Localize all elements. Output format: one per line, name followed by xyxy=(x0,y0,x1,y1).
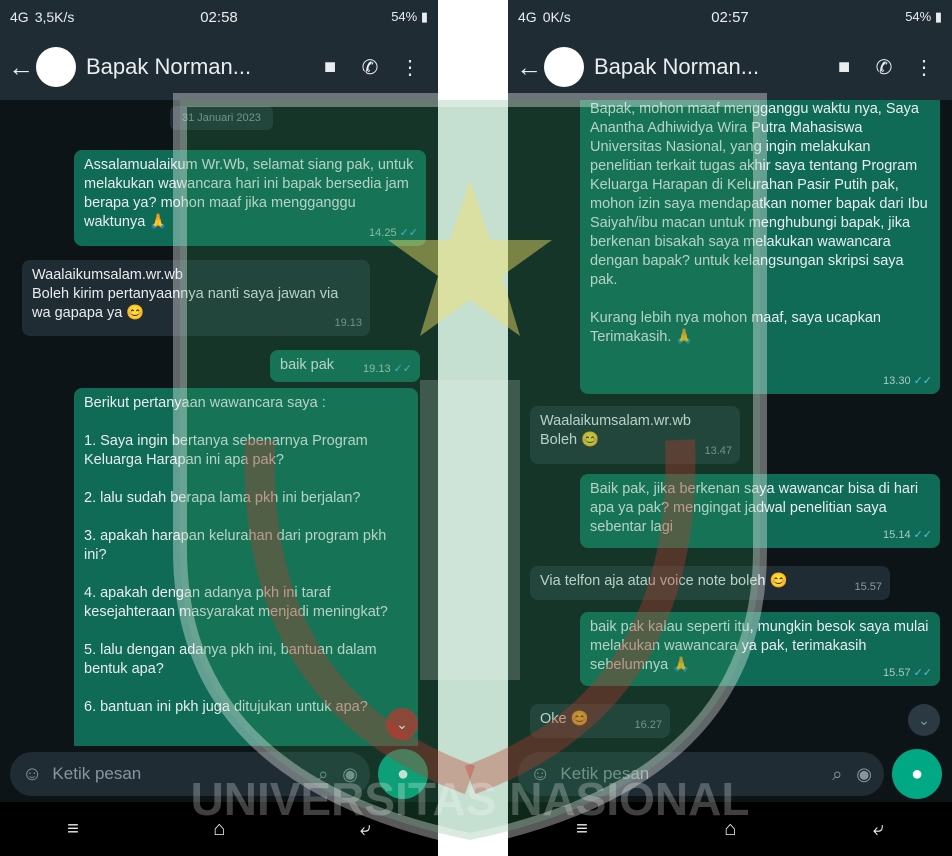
message-text: baik pak kalau seperti itu, mungkin beso… xyxy=(590,619,933,673)
message-time: 15.57 xyxy=(854,581,882,593)
contact-name[interactable]: Bapak Norman... xyxy=(594,54,824,80)
more-options-icon[interactable]: ⋮ xyxy=(904,55,944,80)
message-bubble-incoming[interactable]: Via telfon aja atau voice note boleh 😊 1… xyxy=(530,566,890,600)
mic-button[interactable]: ● xyxy=(892,749,942,799)
message-bubble-incoming[interactable]: Waalaikumsalam.wr.wb Boleh kirim pertany… xyxy=(22,260,370,336)
phone-call-icon[interactable]: ✆ xyxy=(350,55,390,80)
composer: ☺ Ketik pesan ⌕ ◉ ● xyxy=(0,746,438,802)
message-bubble-outgoing[interactable]: Bapak, mohon maaf mengganggu waktu nya, … xyxy=(580,100,940,394)
message-time: 16.27 xyxy=(634,719,662,731)
message-bubble-incoming[interactable]: Oke 😊 16.27 xyxy=(530,704,670,738)
scroll-down-icon[interactable]: ⌄ xyxy=(908,704,940,736)
mic-button[interactable]: ● xyxy=(378,749,428,799)
message-time: 15.14 xyxy=(883,529,911,541)
avatar[interactable] xyxy=(544,47,584,87)
message-bubble-outgoing[interactable]: baik pak kalau seperti itu, mungkin beso… xyxy=(580,612,940,686)
chat-header: ← Bapak Norman... ■ ✆ ⋮ xyxy=(508,34,952,100)
system-nav-bar: ≡ ⌂ ⤶ xyxy=(0,802,438,856)
system-nav-bar: ≡ ⌂ ⤶ xyxy=(508,802,952,856)
network-speed: 0K/s xyxy=(542,9,571,25)
message-text: Berikut pertanyaan wawancara saya : 1. S… xyxy=(84,395,388,715)
message-input-placeholder[interactable]: Ketik pesan xyxy=(560,764,818,784)
emoji-icon[interactable]: ☺ xyxy=(22,763,42,786)
message-time: 14.25 xyxy=(369,227,397,239)
message-text: Oke 😊 xyxy=(540,711,589,727)
message-text: Assalamualaikum Wr.Wb, selamat siang pak… xyxy=(84,157,418,230)
network-indicator: 4G xyxy=(518,9,537,25)
avatar[interactable] xyxy=(36,47,76,87)
video-call-icon[interactable]: ■ xyxy=(310,56,350,79)
message-input-placeholder[interactable]: Ketik pesan xyxy=(52,764,304,784)
status-bar: 4G 3,5K/s 02:58 54% ▮ xyxy=(0,0,438,34)
home-icon[interactable]: ⌂ xyxy=(213,818,225,841)
message-input[interactable]: ☺ Ketik pesan ⌕ ◉ xyxy=(10,752,370,796)
back-icon[interactable]: ⤶ xyxy=(873,818,884,841)
network-indicator: 4G xyxy=(10,9,29,25)
double-check-icon: ✓✓ xyxy=(399,227,418,239)
message-text: Bapak, mohon maaf mengganggu waktu nya, … xyxy=(590,101,928,345)
menu-icon[interactable]: ≡ xyxy=(67,818,79,841)
double-check-icon: ✓✓ xyxy=(913,529,932,541)
message-time: 19.13 xyxy=(334,317,362,329)
battery-level: 54% xyxy=(905,9,932,24)
clock: 02:58 xyxy=(200,8,238,26)
network-speed: 3,5K/s xyxy=(34,9,75,25)
camera-icon[interactable]: ◉ xyxy=(856,764,872,785)
attach-icon[interactable]: ⌕ xyxy=(832,764,842,785)
message-bubble-outgoing[interactable]: baik pak 19.13 ✓✓ xyxy=(270,350,420,382)
message-text: Waalaikumsalam.wr.wb Boleh kirim pertany… xyxy=(32,267,339,321)
double-check-icon: ✓✓ xyxy=(913,375,932,387)
mic-icon: ● xyxy=(910,762,924,785)
menu-icon[interactable]: ≡ xyxy=(576,818,588,841)
camera-icon[interactable]: ◉ xyxy=(342,764,358,785)
message-list[interactable]: 31 Januari 2023 Assalamualaikum Wr.Wb, s… xyxy=(0,100,438,746)
phone-call-icon[interactable]: ✆ xyxy=(864,55,904,80)
message-time: 15.57 xyxy=(883,667,911,679)
chat-header: ← Bapak Norman... ■ ✆ ⋮ xyxy=(0,34,438,100)
message-text: Waalaikumsalam.wr.wb Boleh 😊 xyxy=(540,413,691,448)
message-text: baik pak xyxy=(280,357,335,373)
message-bubble-outgoing[interactable]: Berikut pertanyaan wawancara saya : 1. S… xyxy=(74,388,418,746)
more-options-icon[interactable]: ⋮ xyxy=(390,55,430,80)
message-text: Baik pak, jika berkenan saya wawancar bi… xyxy=(590,481,923,535)
double-check-icon: ✓✓ xyxy=(913,667,932,679)
clock: 02:57 xyxy=(711,8,749,26)
contact-name[interactable]: Bapak Norman... xyxy=(86,54,310,80)
mic-icon: ● xyxy=(396,762,410,785)
emoji-icon[interactable]: ☺ xyxy=(530,763,550,786)
message-time: 13.30 xyxy=(883,375,911,387)
video-call-icon[interactable]: ■ xyxy=(824,56,864,79)
scroll-down-icon[interactable]: ⌄ xyxy=(386,708,418,740)
double-check-icon: ✓✓ xyxy=(393,363,412,375)
message-bubble-outgoing[interactable]: Baik pak, jika berkenan saya wawancar bi… xyxy=(580,474,940,548)
message-list[interactable]: Bapak, mohon maaf mengganggu waktu nya, … xyxy=(508,100,952,746)
message-time: 13.47 xyxy=(704,445,732,457)
message-bubble-outgoing[interactable]: Assalamualaikum Wr.Wb, selamat siang pak… xyxy=(74,150,426,246)
status-bar: 4G 0K/s 02:57 54% ▮ xyxy=(508,0,952,34)
back-icon[interactable]: ⤶ xyxy=(360,818,371,841)
message-text: Via telfon aja atau voice note boleh 😊 xyxy=(540,573,788,589)
composer: ☺ Ketik pesan ⌕ ◉ ● xyxy=(508,746,952,802)
message-time: 19.13 xyxy=(363,363,391,375)
battery-level: 54% xyxy=(391,9,418,24)
message-bubble-incoming[interactable]: Waalaikumsalam.wr.wb Boleh 😊 13.47 xyxy=(530,406,740,464)
date-chip: 31 Januari 2023 xyxy=(170,106,273,130)
home-icon[interactable]: ⌂ xyxy=(724,818,736,841)
back-arrow-icon[interactable]: ← xyxy=(8,52,36,83)
message-input[interactable]: ☺ Ketik pesan ⌕ ◉ xyxy=(518,752,884,796)
back-arrow-icon[interactable]: ← xyxy=(516,52,544,83)
attach-icon[interactable]: ⌕ xyxy=(318,764,328,785)
chat-screen-left: 4G 3,5K/s 02:58 54% ▮ ← Bapak Norman... … xyxy=(0,0,438,856)
chat-screen-right: 4G 0K/s 02:57 54% ▮ ← Bapak Norman... ■ … xyxy=(508,0,952,856)
